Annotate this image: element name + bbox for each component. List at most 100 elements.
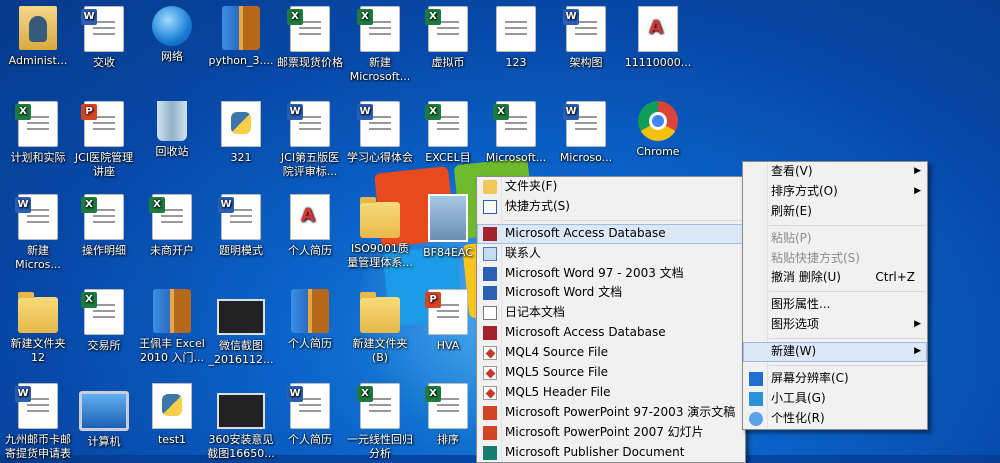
- powerpoint-document-icon: P: [425, 289, 468, 335]
- new-submenu-item[interactable]: MQL5 Header File: [477, 383, 745, 403]
- desktop-icon[interactable]: W JCI第五版医 院评审标...: [272, 101, 348, 179]
- folder-icon: [360, 197, 400, 238]
- desktop-icon[interactable]: X EXCEL目: [410, 101, 486, 165]
- new-submenu-item[interactable]: Microsoft Word 97 - 2003 文档: [477, 264, 745, 284]
- desktop-icon[interactable]: Chrome: [620, 101, 696, 159]
- desktop-icon[interactable]: P HVA: [410, 289, 486, 353]
- powerpoint-icon: [483, 425, 497, 440]
- new-submenu-item[interactable]: 日记本文档: [477, 303, 745, 323]
- context-menu-item-label: 粘贴快捷方式(S): [771, 250, 860, 265]
- visio-diagram-icon: W: [563, 6, 606, 52]
- context-menu-item[interactable]: 排序方式(O) ▶: [743, 182, 927, 202]
- desktop-icon[interactable]: 11110000...: [620, 6, 696, 70]
- desktop-icon[interactable]: 新建文件夹 12: [0, 289, 76, 365]
- desktop-icon-label: BF84EAC: [423, 246, 473, 259]
- new-submenu-item-label: Microsoft Access Database: [505, 325, 666, 340]
- desktop-icon[interactable]: 新建文件夹 (B): [342, 289, 418, 365]
- submenu-arrow-icon: ▶: [914, 319, 921, 330]
- desktop-icon-label: 123: [505, 56, 527, 69]
- submenu-arrow-icon: ▶: [914, 185, 921, 196]
- desktop-icon[interactable]: W 九州邮币卡邮 寄提货申请表: [0, 383, 76, 461]
- desktop-icon-label: 回收站: [155, 145, 189, 158]
- desktop-icon[interactable]: W 架构图: [548, 6, 624, 70]
- new-submenu-item[interactable]: Microsoft PowerPoint 97-2003 演示文稿: [477, 403, 745, 423]
- new-submenu-item[interactable]: MQL4 Source File: [477, 343, 745, 363]
- new-submenu-item[interactable]: 联系人: [477, 244, 745, 264]
- new-submenu-item[interactable]: Microsoft Access Database: [477, 323, 745, 343]
- archive-icon: [222, 6, 260, 50]
- desktop-icon[interactable]: X 操作明细: [66, 194, 142, 258]
- desktop-icon[interactable]: X 计划和实际: [0, 101, 76, 165]
- network-icon: [152, 6, 192, 46]
- new-submenu-item-label: MQL5 Header File: [505, 384, 611, 399]
- new-submenu-item-label: Microsoft Publisher Document: [505, 444, 685, 459]
- desktop-icon[interactable]: 微信截图 _2016112...: [203, 289, 279, 367]
- folder-icon: [18, 292, 58, 333]
- desktop-icon[interactable]: ISO9001质 量管理体系...: [342, 194, 418, 270]
- desktop-icon[interactable]: W 学习心得体会: [342, 101, 418, 165]
- access-icon: [483, 226, 497, 241]
- new-submenu-item-label: Microsoft Access Database: [505, 225, 666, 240]
- word-document-icon: W: [81, 6, 124, 52]
- word-document-icon: W: [563, 101, 606, 147]
- desktop-icon-label: JCI医院管理 讲座: [74, 151, 134, 178]
- new-submenu-item[interactable]: Microsoft Publisher Document: [477, 443, 745, 463]
- user-folder-icon: [19, 6, 57, 50]
- desktop-icon[interactable]: W 新建 Micros...: [0, 194, 76, 272]
- desktop-icon[interactable]: X 未商开户: [134, 194, 210, 258]
- context-menu-item[interactable]: 刷新(E): [743, 202, 927, 222]
- new-submenu-item-label: Microsoft PowerPoint 2007 幻灯片: [505, 424, 704, 439]
- context-menu-item[interactable]: 个性化(R): [743, 409, 927, 429]
- desktop-icon[interactable]: W Microso...: [548, 101, 624, 165]
- python-file-icon: [221, 101, 261, 147]
- context-menu-item[interactable]: 新建(W) ▶: [743, 342, 927, 363]
- folder-icon: [483, 180, 497, 194]
- desktop-icon[interactable]: W 个人简历: [272, 383, 348, 447]
- desktop-icon[interactable]: Administ...: [0, 6, 76, 68]
- context-menu-item[interactable]: 屏幕分辨率(C): [743, 369, 927, 389]
- desktop-icon[interactable]: 321: [203, 101, 279, 165]
- context-menu-item: 粘贴快捷方式(S): [743, 249, 927, 269]
- new-submenu-item[interactable]: Microsoft Word 文档: [477, 283, 745, 303]
- desktop-icon[interactable]: 计算机: [66, 383, 142, 449]
- excel-document-icon: X: [15, 101, 58, 147]
- context-menu-item-label: 新建(W): [771, 344, 817, 359]
- new-submenu-item[interactable]: Microsoft PowerPoint 2007 幻灯片: [477, 423, 745, 443]
- new-submenu-item[interactable]: Microsoft Access Database: [477, 223, 745, 244]
- new-submenu-item[interactable]: 文件夹(F): [477, 177, 745, 197]
- desktop-icon[interactable]: 123: [478, 6, 554, 70]
- desktop-icon[interactable]: 个人简历: [272, 194, 348, 258]
- desktop-icon[interactable]: X 交易所: [66, 289, 142, 353]
- word-document-icon: W: [15, 383, 58, 429]
- desktop-icon[interactable]: BF84EAC: [410, 194, 486, 260]
- desktop-icon[interactable]: X 一元线性回归 分析: [342, 383, 418, 461]
- desktop-icon[interactable]: 回收站: [134, 101, 210, 159]
- context-menu-item[interactable]: 图形选项 ▶: [743, 315, 927, 335]
- desktop-icon[interactable]: X 新建 Microsoft...: [342, 6, 418, 84]
- desktop-icon[interactable]: X 邮票现货价格: [272, 6, 348, 70]
- menu-separator: [769, 291, 925, 293]
- context-menu-item[interactable]: 图形属性...: [743, 295, 927, 315]
- context-menu-item[interactable]: 小工具(G): [743, 389, 927, 409]
- new-submenu-item-label: MQL5 Source File: [505, 365, 609, 380]
- desktop-icon[interactable]: 个人简历: [272, 289, 348, 351]
- context-menu-item[interactable]: 撤消 删除(U) Ctrl+Z: [743, 268, 927, 288]
- desktop-icon[interactable]: 网络: [134, 6, 210, 64]
- desktop-icon[interactable]: 360安装意见 截图16650...: [203, 383, 279, 461]
- new-submenu-item[interactable]: 快捷方式(S): [477, 197, 745, 217]
- desktop-icon[interactable]: P JCI医院管理 讲座: [66, 101, 142, 179]
- desktop-icon-label: 交收: [93, 56, 115, 69]
- word-document-icon: W: [287, 383, 330, 429]
- desktop-icon[interactable]: python_3....: [203, 6, 279, 68]
- desktop-icon[interactable]: X 排序: [410, 383, 486, 447]
- desktop-icon[interactable]: W 题明模式: [203, 194, 279, 258]
- desktop-icon[interactable]: W 交收: [66, 6, 142, 70]
- new-submenu-item[interactable]: MQL5 Source File: [477, 363, 745, 383]
- context-menu-item[interactable]: 查看(V) ▶: [743, 162, 927, 182]
- desktop-icon[interactable]: 王佩丰 Excel 2010 入门...: [134, 289, 210, 365]
- desktop-icon[interactable]: test1: [134, 383, 210, 447]
- excel-document-icon: X: [425, 6, 468, 52]
- desktop-icon[interactable]: X Microsoft...: [478, 101, 554, 165]
- desktop-icon-label: 计算机: [87, 435, 121, 448]
- desktop-icon[interactable]: X 虚拟币: [410, 6, 486, 70]
